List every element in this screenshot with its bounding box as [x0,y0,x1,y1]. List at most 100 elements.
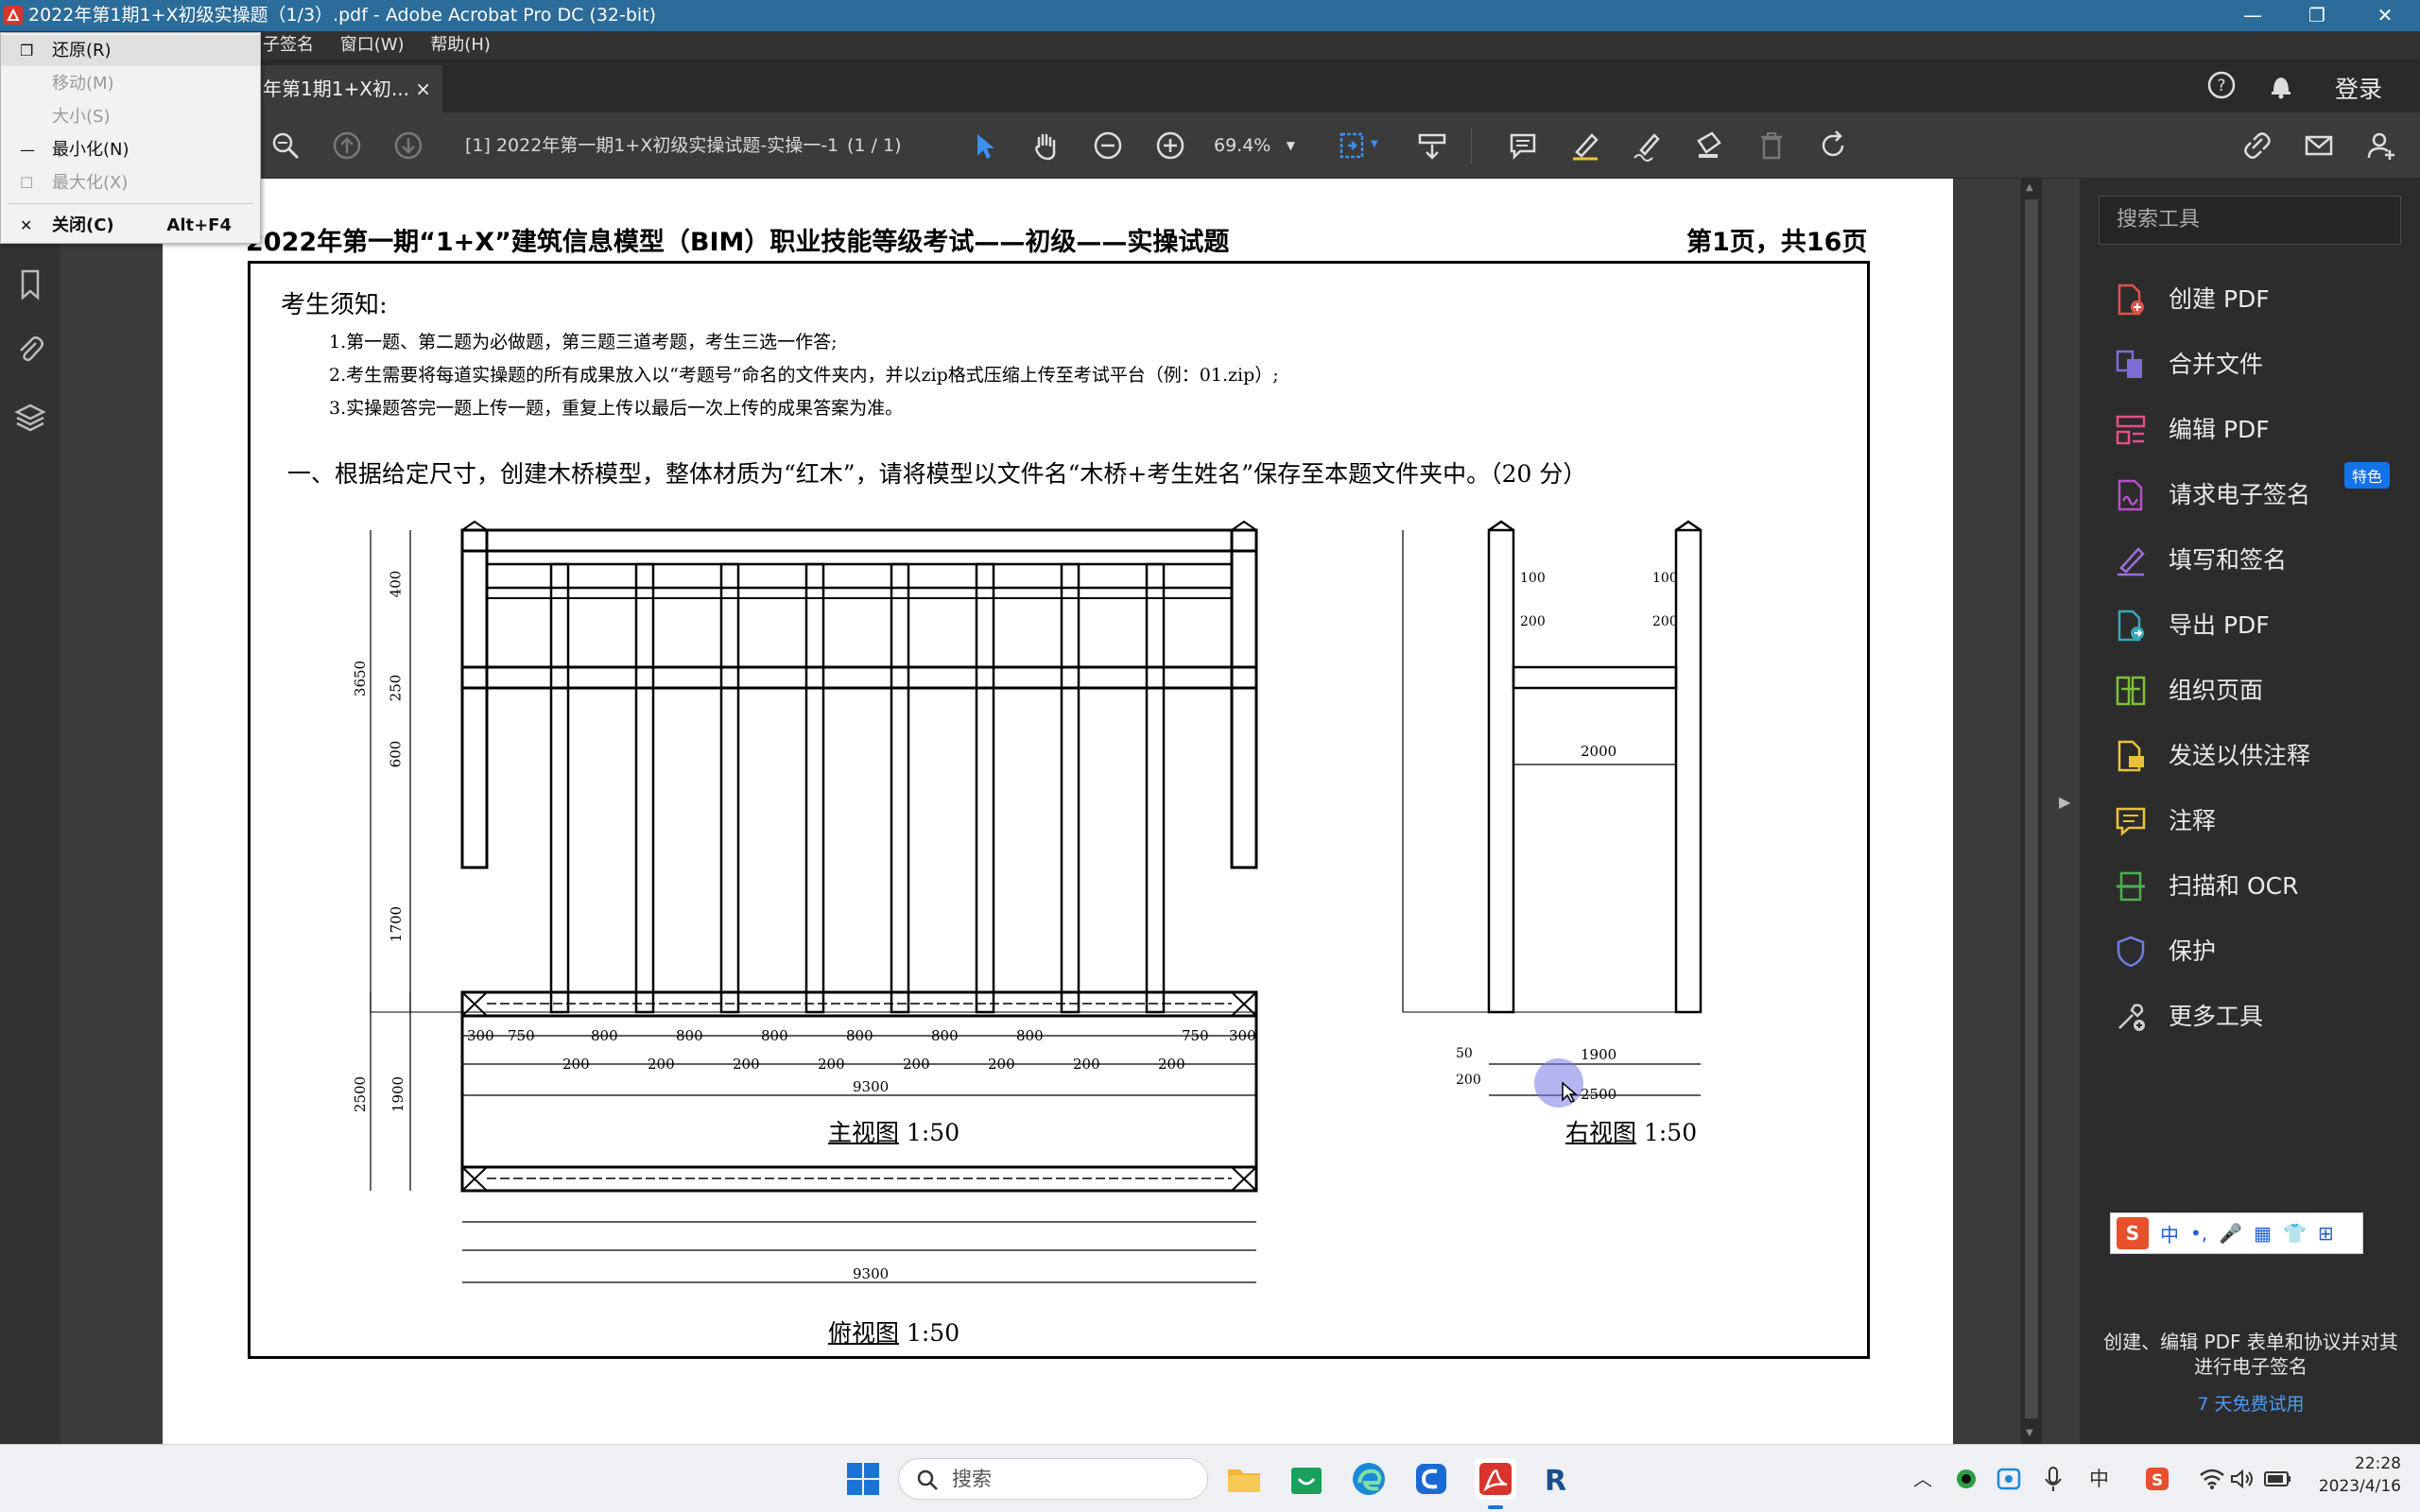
fit-dropdown-icon[interactable]: ▼ [1371,139,1378,149]
mouse-pointer-icon [1562,1081,1578,1103]
ime-skin-icon[interactable]: 👕 [2283,1222,2307,1245]
tool-edit-pdf[interactable]: 编辑 PDF [2114,407,2397,453]
zoom-in-button[interactable] [1150,126,1190,165]
close-window-button[interactable]: ✕ [2354,0,2416,31]
tool-more-tools[interactable]: 更多工具 [2114,994,2397,1040]
tools-search-input[interactable]: 搜索工具 [2099,196,2401,245]
ime-punct[interactable]: •, [2190,1222,2207,1245]
edge-browser-icon[interactable] [1350,1460,1388,1498]
attachment-icon[interactable] [13,332,47,366]
menu-move[interactable]: 移动(M) [1,68,260,99]
menu-maximize[interactable]: ☐ 最大化(X) [1,167,260,198]
menu-size[interactable]: 大小(S) [1,101,260,132]
tool-label: 发送以供注释 [2169,742,2311,769]
sogou-tray-icon[interactable]: S [2144,1466,2170,1492]
menu-item-window[interactable]: 窗口(W) [340,35,405,55]
todo-app-icon[interactable] [1412,1460,1450,1498]
menu-minimize[interactable]: — 最小化(N) [1,134,260,165]
previous-page-button[interactable] [327,126,367,165]
scroll-thumb[interactable] [2025,199,2038,1418]
next-page-button[interactable] [389,126,428,165]
windows-taskbar: 搜索 R ︿ 中 S 22:28 2023/4/16 [0,1444,2420,1512]
menu-item-sign[interactable]: 子签名 [263,35,314,55]
battery-icon[interactable] [2263,1468,2293,1490]
zoom-search-button[interactable] [266,126,305,165]
menu-accelerator: Alt+F4 [166,215,232,235]
tool-combine-files[interactable]: 合并文件 [2114,342,2397,387]
free-trial-link[interactable]: 7 天免费试用 [2095,1390,2407,1416]
front-total-length: 9300 [853,1078,890,1095]
dim-label: 800 [761,1027,788,1044]
menu-item-label: 移动(M) [52,74,114,94]
stamp-button[interactable] [1689,126,1729,165]
tray-app-icon[interactable] [1955,1468,1978,1490]
tool-comment[interactable]: 注释 [2114,799,2397,844]
help-icon[interactable]: ? [2205,69,2238,101]
layers-icon[interactable] [13,400,47,434]
wifi-icon[interactable] [2199,1468,2225,1490]
menu-item-help[interactable]: 帮助(H) [430,35,491,55]
stamp-icon [1697,131,1721,158]
ime-voice-icon[interactable]: 🎤 [2219,1222,2242,1245]
add-user-button[interactable] [2361,126,2401,165]
microphone-icon[interactable] [2044,1466,2063,1492]
clock[interactable]: 22:28 2023/4/16 [2307,1452,2401,1498]
volume-icon[interactable] [2229,1468,2256,1490]
hand-tool-button[interactable] [1026,126,1065,165]
scroll-mode-button[interactable] [1412,126,1452,165]
acrobat-taskbar-button[interactable] [1475,1458,1516,1509]
revit-app-icon[interactable]: R [1537,1460,1575,1498]
draw-sign-button[interactable] [1628,126,1668,165]
featured-badge: 特色 [2344,462,2391,489]
zoom-out-button[interactable] [1088,126,1128,165]
tool-export-pdf[interactable]: 导出 PDF [2114,603,2397,648]
ime-toolbar[interactable]: S 中 •, 🎤 ▦ 👕 ⊞ [2110,1212,2363,1254]
bookmark-icon[interactable] [13,267,47,301]
share-link-button[interactable] [2238,126,2277,165]
minimize-button[interactable]: — [2221,0,2284,31]
expand-right-pane-icon[interactable]: ▶ [2059,793,2070,811]
tool-send-comments[interactable]: 发送以供注释 [2114,733,2397,779]
vertical-scrollbar[interactable]: ▲ ▼ [2021,179,2042,1444]
select-tool-button[interactable] [964,126,1004,165]
pdf-page[interactable]: 2022年第一期“1+X”建筑信息模型（BIM）职业技能等级考试——初级——实操… [163,179,1953,1444]
close-tab-icon[interactable]: × [415,65,431,112]
notification-bell-icon[interactable] [2265,69,2297,101]
right-dim: 200 [1652,614,1678,629]
input-language-indicator[interactable]: 中 [2089,1464,2109,1492]
zoom-select[interactable]: 69.4% ▼ [1214,131,1299,160]
dim-label: 200 [1073,1056,1100,1073]
ime-keyboard-icon[interactable]: ▦ [2254,1222,2272,1245]
ime-lang[interactable]: 中 [2160,1220,2179,1247]
tool-label: 注释 [2169,807,2217,834]
delete-button[interactable] [1752,126,1791,165]
rotate-button[interactable] [1814,126,1854,165]
document-tab[interactable]: 年第1期1+X初... × [257,65,442,112]
right-view-drawing [1402,520,1703,1096]
file-explorer-icon[interactable] [1225,1460,1263,1498]
menu-restore[interactable]: ❐ 还原(R) [1,35,260,66]
tool-protect[interactable]: 保护 [2114,929,2397,974]
menu-close[interactable]: ✕ 关闭(C) Alt+F4 [1,210,260,241]
windows-start-icon[interactable] [846,1462,880,1496]
fit-page-button[interactable] [1333,126,1373,165]
acrobat-app-icon[interactable] [4,6,23,25]
dim-label: 750 [1182,1027,1209,1044]
store-app-icon[interactable] [1288,1460,1325,1498]
tool-scan-ocr[interactable]: 扫描和 OCR [2114,864,2397,909]
scroll-down-icon[interactable]: ▼ [2026,1428,2033,1438]
send-comments-icon [2118,740,2144,772]
tool-fill-sign[interactable]: 填写和签名 [2114,538,2397,583]
ime-menu-icon[interactable]: ⊞ [2318,1222,2334,1245]
tool-create-pdf[interactable]: 创建 PDF [2114,277,2397,322]
tray-expand-icon[interactable]: ︿ [1913,1464,1932,1491]
taskbar-search-box[interactable]: 搜索 [898,1458,1208,1500]
tray-sync-icon[interactable] [1996,1468,2021,1490]
tool-organize-pages[interactable]: 组织页面 [2114,668,2397,713]
restore-button[interactable]: ❐ [2286,0,2348,31]
login-button[interactable]: 登录 [2335,71,2382,105]
highlight-button[interactable] [1565,126,1605,165]
email-button[interactable] [2299,126,2339,165]
scroll-up-icon[interactable]: ▲ [2026,182,2033,193]
add-comment-button[interactable] [1503,126,1543,165]
